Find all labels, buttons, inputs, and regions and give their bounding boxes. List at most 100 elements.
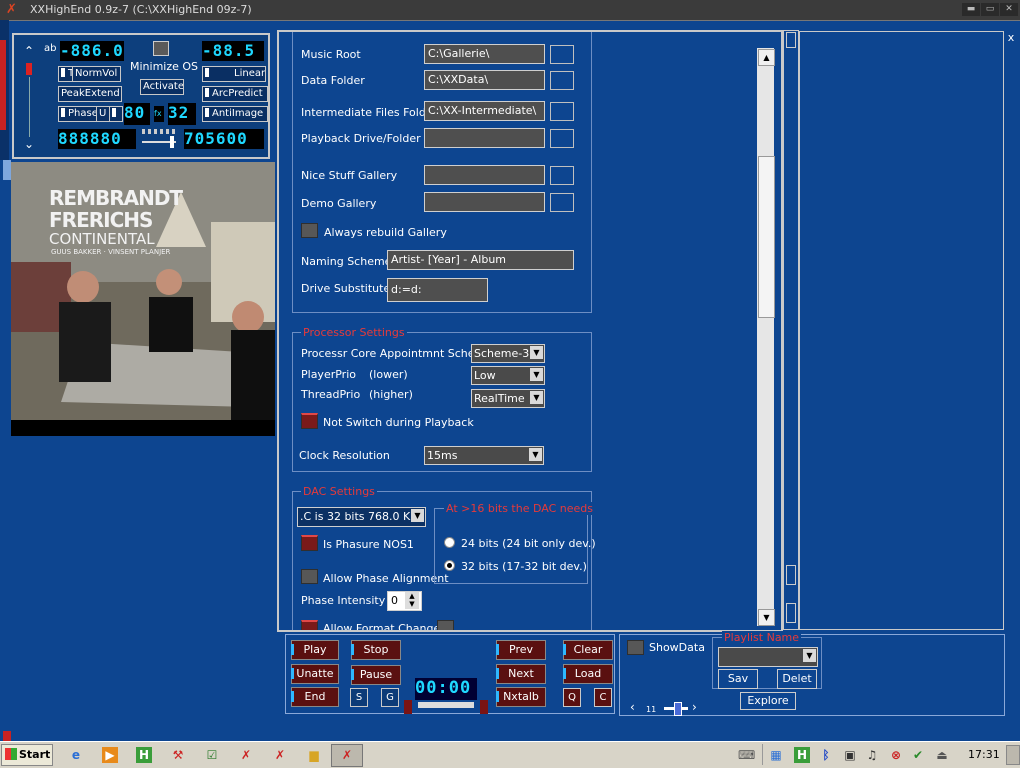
next-button[interactable]: Next <box>496 664 546 684</box>
error-icon[interactable]: ⊗ <box>888 747 904 763</box>
activate-button[interactable]: Activate <box>140 79 184 95</box>
threadprio-select[interactable]: RealTime ▼ <box>471 389 545 408</box>
scroll-thumb[interactable] <box>758 156 775 318</box>
extra-toggle-button[interactable] <box>109 106 123 122</box>
nxtalb-button[interactable]: Nxtalb <box>496 687 546 707</box>
playlist-slider-thumb[interactable] <box>674 702 682 716</box>
intermediate-browse[interactable] <box>550 102 574 121</box>
splitter[interactable] <box>783 30 799 630</box>
up-arrow-icon[interactable]: ⌃ <box>24 44 34 58</box>
save-button[interactable]: Sav <box>718 669 758 689</box>
minimize-os-toggle[interactable] <box>153 41 169 56</box>
playerprio-select[interactable]: Low ▼ <box>471 366 545 385</box>
rebuild-checkbox[interactable] <box>301 223 318 238</box>
delete-button[interactable]: Delet <box>777 669 817 689</box>
network-icon[interactable]: ▦ <box>768 747 784 763</box>
xx-app-icon-2[interactable]: ✗ <box>272 747 288 763</box>
explore-button[interactable]: Explore <box>740 692 796 710</box>
data-folder-browse[interactable] <box>550 71 574 90</box>
stop-button[interactable]: Stop <box>351 640 401 660</box>
bits32-radio[interactable] <box>444 560 455 571</box>
playback-drive-field[interactable] <box>424 128 545 148</box>
format-extra-checkbox[interactable] <box>437 620 454 630</box>
dac-select[interactable]: .C is 32 bits 768.0 KHz ▼ <box>297 507 426 527</box>
splitter-handle-top[interactable] <box>786 32 796 48</box>
play-button[interactable]: Play <box>291 640 339 660</box>
checklist-icon[interactable]: ☑ <box>204 747 220 763</box>
g-button[interactable]: G <box>381 688 399 707</box>
settings-scrollbar[interactable]: ▲ ▼ <box>757 48 775 626</box>
allow-phase-checkbox[interactable] <box>301 569 318 584</box>
showdata-checkbox[interactable] <box>627 640 644 655</box>
h-app-icon[interactable]: H <box>136 747 152 763</box>
q-button[interactable]: Q <box>563 688 581 707</box>
splitter-handle-mid[interactable] <box>786 565 796 585</box>
internet-explorer-icon[interactable]: e <box>68 747 84 763</box>
s-button[interactable]: S <box>350 688 368 707</box>
chevron-right-icon[interactable]: › <box>692 700 697 714</box>
side-tab-a[interactable] <box>3 160 11 180</box>
h-tray-icon[interactable]: H <box>794 747 810 763</box>
bottom-red-tab[interactable] <box>3 731 11 741</box>
clock-resolution-select[interactable]: 15ms ▼ <box>424 446 544 465</box>
bluetooth-icon[interactable]: ᛒ <box>818 747 834 763</box>
splitter-handle-bottom[interactable] <box>786 603 796 623</box>
load-button[interactable]: Load <box>563 664 613 684</box>
position-slider[interactable] <box>418 702 474 708</box>
security-icon[interactable]: ✔ <box>910 747 926 763</box>
linear-button[interactable]: Linear <box>202 66 266 82</box>
minimize-window-button[interactable]: ▬ <box>962 3 980 16</box>
nice-stuff-field[interactable] <box>424 165 545 185</box>
phase-intensity-spinner[interactable]: ▲ ▼ <box>405 592 419 609</box>
position-left-marker[interactable] <box>404 700 412 714</box>
playback-drive-browse[interactable] <box>550 129 574 148</box>
demo-gallery-browse[interactable] <box>550 193 574 212</box>
down-arrow-icon[interactable]: ⌄ <box>24 137 34 151</box>
scroll-up-icon[interactable]: ▲ <box>758 49 775 66</box>
drive-substitutes-field[interactable]: d:=d: <box>387 278 488 302</box>
music-root-field[interactable]: C:\Gallerie\ <box>424 44 545 64</box>
arcpredict-button[interactable]: ArcPredict <box>202 86 268 102</box>
pause-button[interactable]: Pause <box>351 665 401 685</box>
tool-icon[interactable]: ⚒ <box>170 747 186 763</box>
taskbar-active-app[interactable]: ✗ <box>331 744 363 767</box>
phase-button[interactable]: Phase <box>58 106 98 122</box>
speaker-tray-icon[interactable]: ♫ <box>864 747 880 763</box>
scroll-down-icon[interactable]: ▼ <box>758 609 775 626</box>
start-button[interactable]: Start <box>1 744 53 766</box>
media-player-icon[interactable]: ▶ <box>102 747 118 763</box>
core-scheme-select[interactable]: Scheme-3 ▼ <box>471 344 545 363</box>
end-button[interactable]: End <box>291 687 339 707</box>
position-right-marker[interactable] <box>480 700 488 714</box>
allow-format-checkbox[interactable] <box>301 620 318 630</box>
antiimage-button[interactable]: AntiImage <box>202 106 268 122</box>
unattended-button[interactable]: Unatte <box>291 664 339 684</box>
c-button[interactable]: C <box>594 688 612 707</box>
bits24-radio[interactable] <box>444 537 455 548</box>
usb-icon[interactable]: ⏏ <box>934 747 950 763</box>
intermediate-field[interactable]: C:\XX-Intermediate\ <box>424 101 545 121</box>
close-window-button[interactable]: ✕ <box>1000 3 1018 16</box>
close-icon[interactable]: x <box>1004 31 1018 47</box>
playlist-name-select[interactable]: ▼ <box>718 647 818 667</box>
not-switch-checkbox[interactable] <box>301 413 318 429</box>
data-folder-field[interactable]: C:\XXData\ <box>424 70 545 90</box>
side-red-tab[interactable] <box>0 40 6 130</box>
volume-slider[interactable] <box>26 63 32 75</box>
demo-gallery-field[interactable] <box>424 192 545 212</box>
prev-button[interactable]: Prev <box>496 640 546 660</box>
chevron-left-icon[interactable]: ‹ <box>630 700 635 714</box>
normvol-button[interactable]: NormVol <box>72 66 121 82</box>
music-root-browse[interactable] <box>550 45 574 64</box>
maximize-window-button[interactable]: ▭ <box>981 3 999 16</box>
display-icon[interactable]: ▣ <box>842 747 858 763</box>
folder-icon[interactable]: ▆ <box>306 747 322 763</box>
show-desktop-button[interactable] <box>1006 745 1020 765</box>
keyboard-icon[interactable]: ⌨ <box>738 747 755 763</box>
xx-app-icon-1[interactable]: ✗ <box>238 747 254 763</box>
clear-button[interactable]: Clear <box>563 640 613 660</box>
peakextend-button[interactable]: PeakExtend <box>58 86 122 102</box>
naming-scheme-field[interactable]: Artist- [Year] - Album <box>387 250 574 270</box>
nice-stuff-browse[interactable] <box>550 166 574 185</box>
phasure-checkbox[interactable] <box>301 535 318 551</box>
